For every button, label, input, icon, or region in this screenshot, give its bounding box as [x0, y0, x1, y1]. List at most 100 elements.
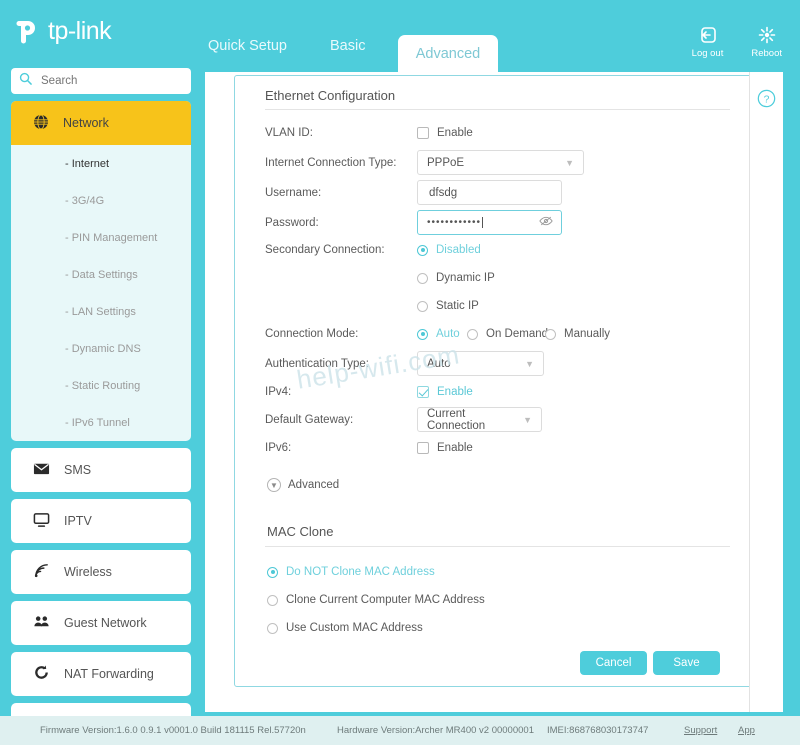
reboot-icon [751, 25, 782, 47]
sidebar-item-label: SMS [64, 463, 91, 477]
secondary-disabled-radio[interactable] [417, 245, 428, 256]
sidebar-item-label: NAT Forwarding [64, 667, 154, 681]
svg-text:?: ? [764, 95, 770, 106]
advanced-toggle[interactable]: ▼ Advanced [267, 478, 339, 492]
secondary-static-ip-label: Static IP [436, 300, 479, 312]
sidebar-item-iptv[interactable]: IPTV [11, 499, 191, 543]
mac-option-clone-current[interactable]: Clone Current Computer MAC Address [267, 589, 485, 611]
auth-type-label-row: Authentication Type: [265, 353, 369, 375]
imei-value: IMEI:868768030173747 [547, 725, 648, 736]
app-header: tp-link Quick Setup Basic Advanced Log o… [0, 0, 800, 72]
connection-mode-label-row: Connection Mode: [265, 323, 358, 345]
chevron-down-icon: ▼ [523, 415, 532, 425]
sidebar-item-dynamic-dns[interactable]: - Dynamic DNS [11, 330, 191, 367]
sidebar-item-lan-settings[interactable]: - LAN Settings [11, 293, 191, 330]
ipv6-label-row: IPv6: [265, 437, 291, 459]
sidebar-item-label: Wireless [64, 565, 112, 579]
mac-option-do-not-clone[interactable]: Do NOT Clone MAC Address [267, 561, 435, 583]
help-panel: ? [749, 72, 783, 712]
sidebar-item-nat-forwarding[interactable]: NAT Forwarding [11, 652, 191, 696]
sidebar-item-data-settings[interactable]: - Data Settings [11, 256, 191, 293]
sidebar-item-label: IPTV [64, 514, 92, 528]
connection-mode-on-demand-label: On Demand [486, 328, 548, 340]
ipv4-label: IPv4: [265, 386, 291, 398]
default-gateway-select[interactable]: Current Connection ▼ [417, 407, 542, 432]
support-link[interactable]: Support [684, 725, 717, 736]
username-field[interactable] [417, 180, 562, 205]
password-field[interactable]: •••••••••••• [417, 210, 562, 235]
connection-mode-on-demand[interactable]: On Demand [467, 323, 548, 345]
vlan-id-enable-checkbox[interactable] [417, 127, 429, 139]
connection-mode-manually-radio[interactable] [545, 329, 556, 340]
sidebar-item-network[interactable]: Network [11, 101, 191, 145]
tab-advanced[interactable]: Advanced [398, 35, 498, 72]
username-label-row: Username: [265, 182, 321, 204]
cancel-button[interactable]: Cancel [580, 651, 647, 675]
section-divider [265, 546, 730, 547]
logout-label: Log out [692, 48, 724, 59]
ipv4-label-row: IPv4: [265, 381, 291, 403]
sidebar-group-network: Network - Internet - 3G/4G - PIN Managem… [11, 101, 191, 441]
globe-icon [33, 114, 49, 133]
sidebar-item-wireless[interactable]: Wireless [11, 550, 191, 594]
vlan-id-enable-row[interactable]: Enable [417, 122, 473, 144]
mac-clone-current-radio[interactable] [267, 595, 278, 606]
logout-button[interactable]: Log out [692, 25, 724, 59]
save-button[interactable]: Save [653, 651, 720, 675]
connection-type-value: PPPoE [427, 157, 464, 169]
secondary-static-ip-radio[interactable] [417, 301, 428, 312]
sidebar-item-3g4g[interactable]: - 3G/4G [11, 182, 191, 219]
reboot-button[interactable]: Reboot [751, 25, 782, 59]
secondary-option-dynamic-ip[interactable]: Dynamic IP [417, 267, 495, 289]
sidebar-item-sms[interactable]: SMS [11, 448, 191, 492]
sidebar-item-pin-management[interactable]: - PIN Management [11, 219, 191, 256]
auth-type-value: Auto [427, 358, 451, 370]
sidebar-item-ipv6-tunnel[interactable]: - IPv6 Tunnel [11, 404, 191, 441]
ethernet-configuration-title: Ethernet Configuration [265, 88, 395, 103]
mac-do-not-clone-label: Do NOT Clone MAC Address [286, 566, 435, 578]
connection-mode-manually-label: Manually [564, 328, 610, 340]
ipv6-enable-row[interactable]: Enable [417, 437, 473, 459]
footer: Firmware Version:1.6.0 0.9.1 v0001.0 Bui… [0, 716, 800, 745]
eye-off-icon[interactable] [539, 215, 553, 230]
reboot-label: Reboot [751, 48, 782, 59]
sidebar-item-guest-network[interactable]: Guest Network [11, 601, 191, 645]
search-input[interactable] [39, 74, 169, 88]
default-gateway-label: Default Gateway: [265, 414, 353, 426]
sidebar-item-internet[interactable]: - Internet [11, 145, 191, 182]
username-input[interactable] [427, 186, 552, 200]
connection-mode-auto-label: Auto [436, 328, 460, 340]
tplink-logo: tp-link [12, 16, 111, 46]
connection-mode-on-demand-radio[interactable] [467, 329, 478, 340]
vlan-id-enable-label: Enable [437, 127, 473, 139]
tab-basic[interactable]: Basic [330, 38, 365, 54]
question-circle-icon[interactable]: ? [757, 89, 776, 712]
search-icon [19, 72, 32, 90]
header-actions: Log out Reboot [692, 25, 782, 59]
secondary-dynamic-ip-radio[interactable] [417, 273, 428, 284]
secondary-option-static-ip[interactable]: Static IP [417, 295, 479, 317]
refresh-icon [33, 664, 50, 684]
ipv4-enable-checkbox[interactable] [417, 386, 429, 398]
app-link[interactable]: App [738, 725, 755, 736]
ipv6-enable-checkbox[interactable] [417, 442, 429, 454]
secondary-option-disabled[interactable]: Disabled [417, 239, 481, 261]
tplink-logo-icon [12, 16, 42, 46]
sidebar-group-label: Network [63, 116, 109, 130]
mac-do-not-clone-radio[interactable] [267, 567, 278, 578]
connection-mode-manually[interactable]: Manually [545, 323, 610, 345]
secondary-connection-label: Secondary Connection: [265, 244, 385, 256]
search-box[interactable] [11, 68, 191, 94]
logout-icon [692, 25, 724, 47]
connection-mode-auto-radio[interactable] [417, 329, 428, 340]
mac-option-use-custom[interactable]: Use Custom MAC Address [267, 617, 423, 639]
mac-use-custom-radio[interactable] [267, 623, 278, 634]
connection-mode-label: Connection Mode: [265, 328, 358, 340]
sidebar-item-static-routing[interactable]: - Static Routing [11, 367, 191, 404]
tab-quick-setup[interactable]: Quick Setup [208, 38, 287, 54]
password-value: •••••••••••• [427, 217, 483, 228]
auth-type-select[interactable]: Auto ▼ [417, 351, 544, 376]
connection-mode-auto[interactable]: Auto [417, 323, 460, 345]
connection-type-select[interactable]: PPPoE ▼ [417, 150, 584, 175]
ipv4-enable-row[interactable]: Enable [417, 381, 473, 403]
